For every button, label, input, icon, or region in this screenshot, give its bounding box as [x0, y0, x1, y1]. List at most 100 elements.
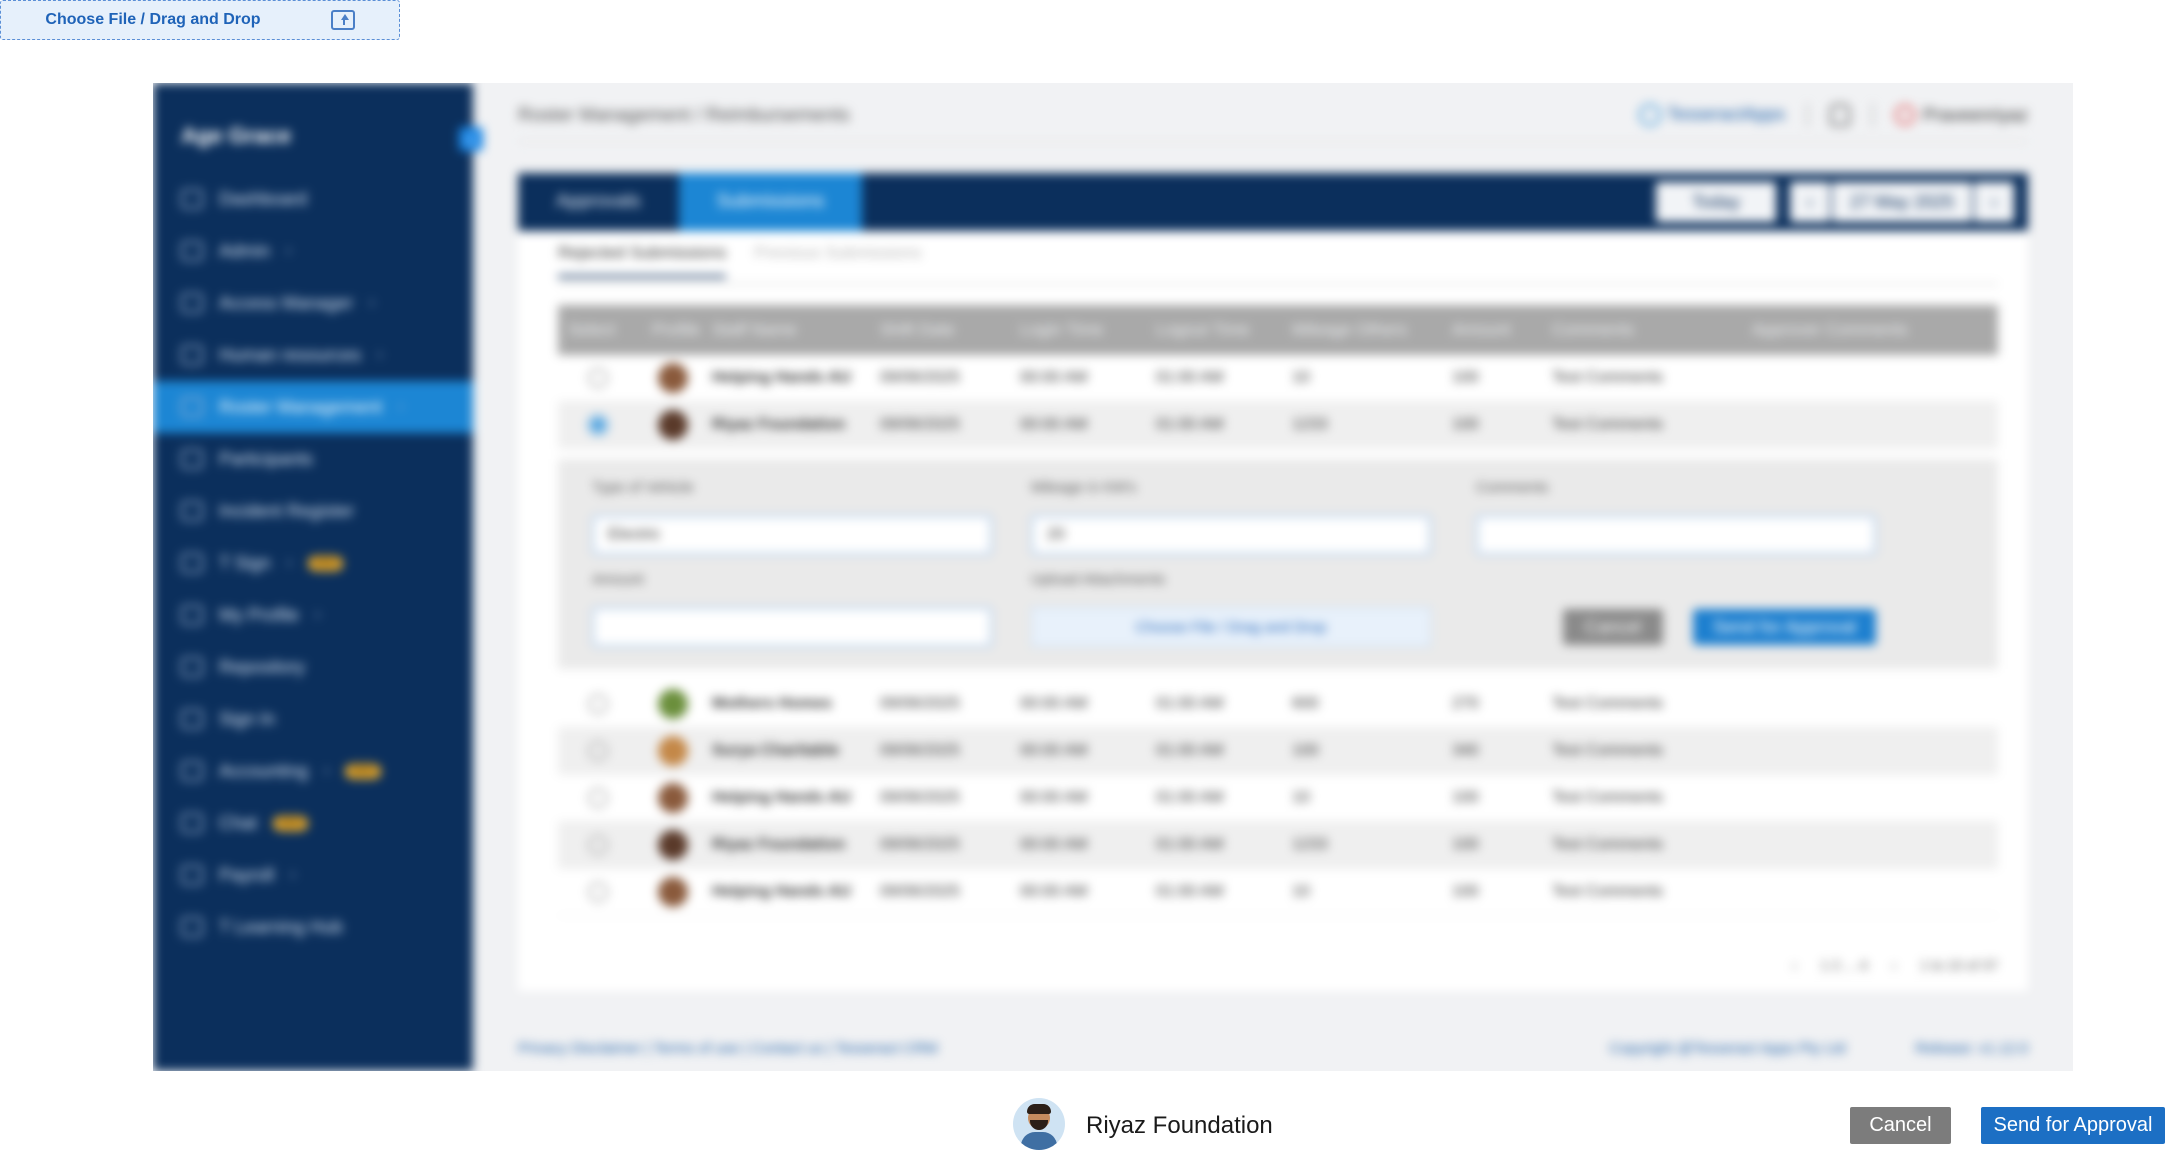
amount-field[interactable]: [592, 607, 992, 647]
footer: Privacy Disclaimer | Terms of use | Cont…: [518, 1040, 2028, 1057]
avatar: [658, 830, 688, 860]
table-row[interactable]: Riyaz Foundation 09/06/2025 00:00 AM 01:00 …: [558, 822, 1998, 869]
file-upload-dropzone[interactable]: Choose File / Drag and Drop: [0, 0, 400, 40]
sidebar-item[interactable]: T Learning Hub: [153, 901, 473, 953]
subtab-rejected[interactable]: Rejected Submissions: [558, 243, 727, 278]
column-header: Login Time: [1020, 320, 1104, 339]
cancel-button[interactable]: Cancel: [1850, 1107, 1951, 1144]
sidebar-item[interactable]: Accounting › NEW: [153, 745, 473, 797]
table-row[interactable]: Helping Hands AU 09/06/2025 00:00 AM 01:00 …: [558, 869, 1998, 916]
pager-pages[interactable]: 1 2 ... 4: [1821, 957, 1868, 973]
pager-prev[interactable]: ‹: [1792, 957, 1797, 973]
table-row[interactable]: Mothers Homes 09/06/2025 00:00 AM 01:00 AM 6…: [558, 681, 1998, 728]
comments-field[interactable]: [1476, 515, 1876, 555]
sidebar-item[interactable]: Admin ›: [153, 225, 473, 277]
tesseract-link[interactable]: TesseractApps: [1638, 103, 1785, 127]
sidebar-item[interactable]: Roster Management ›: [153, 381, 473, 433]
avatar: [658, 877, 688, 907]
row-select-radio[interactable]: [588, 415, 608, 435]
sidebar-item-label: Human resources: [219, 344, 362, 365]
nav-icon: [181, 501, 203, 521]
column-header: Amount: [1452, 320, 1511, 339]
chevron-right-icon: ›: [315, 606, 321, 623]
cell-amount: 340: [1452, 742, 1479, 759]
row-select-radio[interactable]: [588, 368, 608, 388]
table-row[interactable]: Riyaz Foundation 09/06/2025 00:00 AM 01:00 …: [558, 402, 1998, 449]
cell-mileage: 10: [1292, 789, 1310, 806]
cell-logout: 01:00 AM: [1156, 789, 1224, 806]
chevron-right-icon[interactable]: ›: [1974, 182, 2014, 222]
cell-amount: 100: [1452, 369, 1479, 386]
row-select-radio[interactable]: [588, 694, 608, 714]
date-controls: Today ‹ 27 May 2025 ›: [1656, 182, 2014, 222]
tesseract-link-label: TesseractApps: [1666, 103, 1785, 124]
sidebar-item[interactable]: Chat NEW: [153, 797, 473, 849]
tab-approvals[interactable]: Approvals: [518, 173, 679, 231]
vehicle-type-field[interactable]: Electric: [592, 515, 992, 555]
pager-next[interactable]: ›: [1891, 957, 1896, 973]
sidebar-item[interactable]: Repository: [153, 641, 473, 693]
table-row[interactable]: Helping Hands AU 09/06/2025 00:00 AM 01:00 …: [558, 775, 1998, 822]
sidebar-item-label: Accounting: [219, 760, 309, 781]
pagination: ‹ 1 2 ... 4 › 1 to 10 of 37: [1792, 957, 1998, 973]
sidebar-item-label: Payroll: [219, 864, 275, 885]
nav-icon: [181, 917, 203, 937]
row-select-radio[interactable]: [588, 882, 608, 902]
table-row[interactable]: Surya Charitable 09/06/2025 00:00 AM 01:00 …: [558, 728, 1998, 775]
expanded-cancel-button[interactable]: Cancel: [1563, 609, 1663, 645]
subtab-previous[interactable]: Previous Submissions: [754, 243, 921, 278]
sidebar-item[interactable]: My Profile ›: [153, 589, 473, 641]
cell-comments: Test Comments: [1552, 416, 1664, 433]
sidebar-item-label: Incident Register: [219, 500, 355, 521]
tab-submissions[interactable]: Submissions: [678, 173, 863, 231]
footer-links[interactable]: Privacy Disclaimer | Terms of use | Cont…: [518, 1040, 938, 1057]
cell-logout: 01:00 AM: [1156, 883, 1224, 900]
power-icon: [1894, 105, 1915, 125]
cell-name: Mothers Homes: [712, 695, 833, 712]
attachment-dropzone[interactable]: Choose File / Drag and Drop: [1031, 607, 1431, 647]
cell-comments: Test Comments: [1552, 742, 1664, 759]
column-header: Comments: [1552, 320, 1635, 339]
new-badge: NEW: [345, 763, 381, 779]
cell-login: 00:00 AM: [1020, 416, 1088, 433]
chevron-right-icon: ›: [286, 242, 292, 259]
sidebar-item[interactable]: Payroll ›: [153, 849, 473, 901]
user-menu[interactable]: Praveenriyaz: [1894, 105, 2028, 126]
sidebar-item[interactable]: Sign In: [153, 693, 473, 745]
column-header: Shift Date: [880, 320, 955, 339]
cell-comments: Test Comments: [1552, 369, 1664, 386]
column-header: Staff Name: [712, 320, 797, 339]
cell-logout: 01:00 AM: [1156, 416, 1224, 433]
app-preview: Age Grace « Dashboard Admin › Access Manage…: [153, 83, 2073, 1071]
mileage-label: Mileage in KM's: [1031, 479, 1137, 496]
send-for-approval-button[interactable]: Send for Approval: [1981, 1107, 2165, 1144]
notification-icon[interactable]: [1829, 104, 1850, 126]
header-actions: TesseractApps Praveenriyaz: [1638, 103, 2028, 127]
cell-date: 09/06/2025: [880, 836, 961, 853]
expanded-send-button[interactable]: Send for Approval: [1693, 609, 1876, 645]
chevron-right-icon: ›: [324, 762, 330, 779]
row-select-radio[interactable]: [588, 835, 608, 855]
sidebar-item[interactable]: Human resources ›: [153, 329, 473, 381]
sidebar-item[interactable]: Dashboard: [153, 173, 473, 225]
today-button[interactable]: Today: [1656, 182, 1776, 222]
current-date[interactable]: 27 May 2025: [1832, 182, 1972, 222]
sidebar-item[interactable]: Participants: [153, 433, 473, 485]
sidebar-item[interactable]: Incident Register: [153, 485, 473, 537]
sidebar-item[interactable]: Access Manager ›: [153, 277, 473, 329]
chevron-right-icon: ›: [290, 866, 296, 883]
chevron-left-icon[interactable]: ‹: [1790, 182, 1830, 222]
row-select-radio[interactable]: [588, 741, 608, 761]
mileage-field[interactable]: 20: [1031, 515, 1431, 555]
expanded-row-form: Type of Vehicle Electric Mileage in KM's…: [558, 459, 1998, 669]
reimbursements-card: Approvals Submissions Today ‹ 27 May 202…: [518, 173, 2028, 991]
column-header: Select: [568, 320, 616, 339]
cell-logout: 01:00 AM: [1156, 836, 1224, 853]
sidebar-item[interactable]: T Sign › NEW: [153, 537, 473, 589]
cell-login: 00:00 AM: [1020, 369, 1088, 386]
cell-comments: Test Comments: [1552, 883, 1664, 900]
table-row[interactable]: Helping Hands AU 09/06/2025 00:00 AM 01:00 …: [558, 355, 1998, 402]
row-select-radio[interactable]: [588, 788, 608, 808]
pager-summary: 1 to 10 of 37: [1920, 957, 1998, 973]
cell-date: 09/06/2025: [880, 742, 961, 759]
